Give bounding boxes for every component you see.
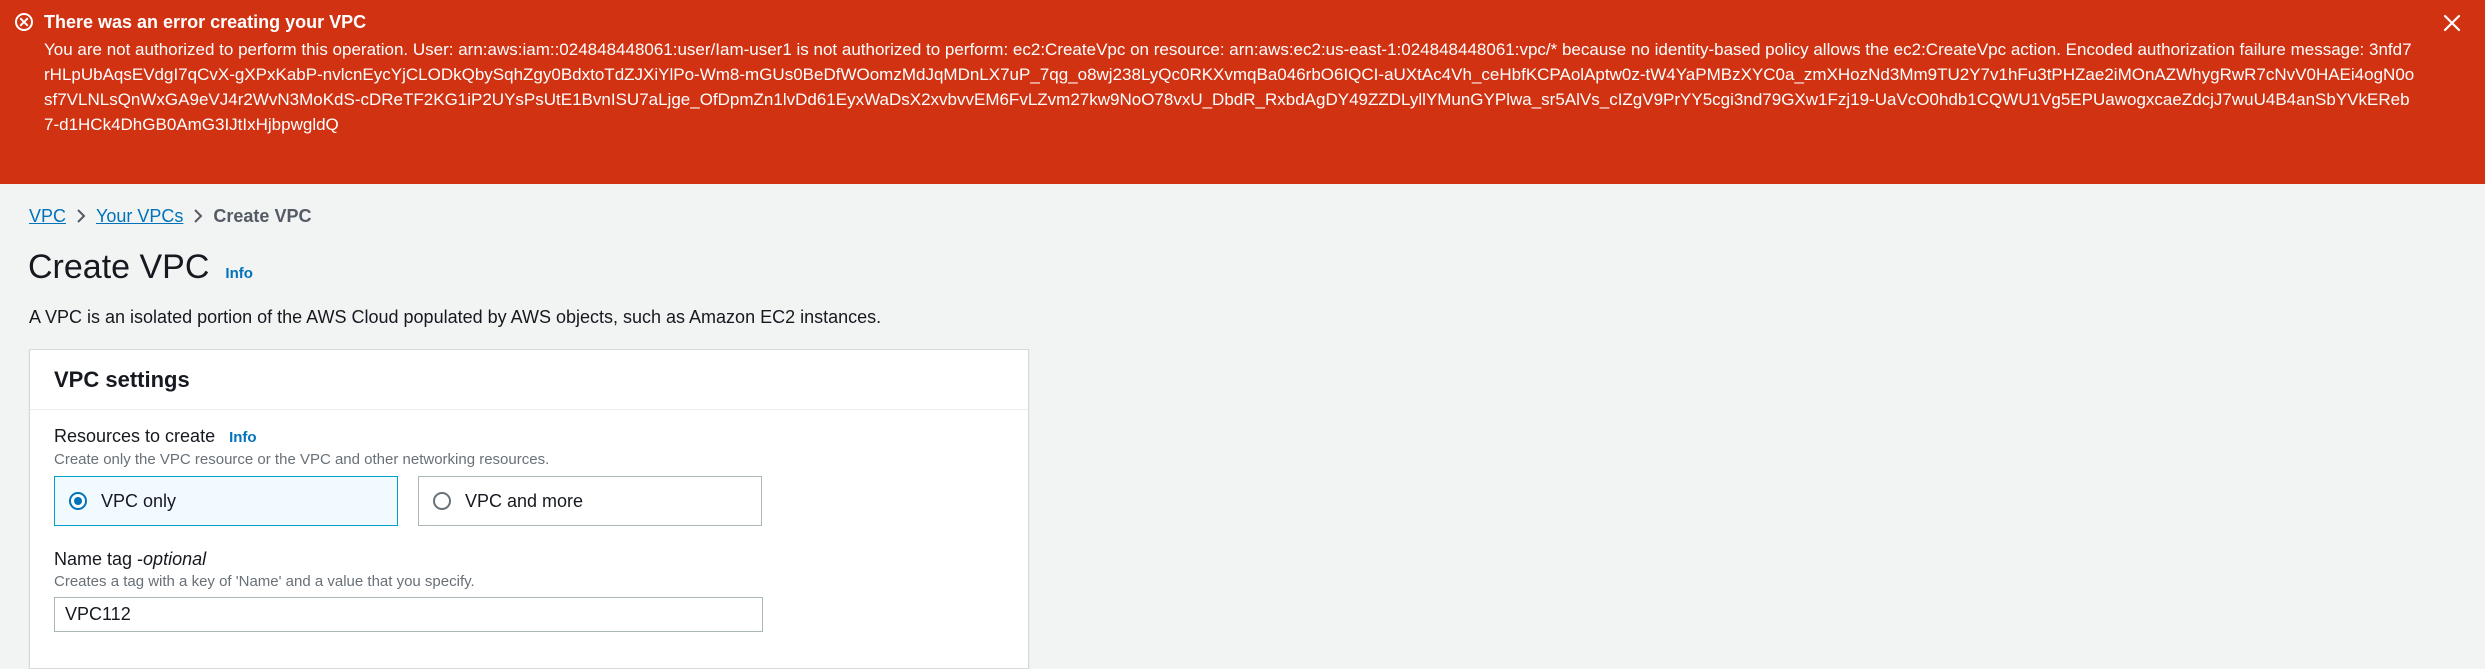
name-tag-label: Name tag - optional <box>54 547 206 571</box>
error-title: There was an error creating your VPC <box>44 12 367 32</box>
breadcrumb: VPC Your VPCs Create VPC <box>29 204 311 228</box>
breadcrumb-vpc-link[interactable]: VPC <box>29 204 66 228</box>
error-icon <box>15 13 33 31</box>
breadcrumb-current: Create VPC <box>213 206 312 226</box>
chevron-right-icon <box>66 208 96 224</box>
radio-vpc-and-more-label: VPC and more <box>465 490 584 511</box>
radio-vpc-only[interactable]: VPC only <box>54 476 398 526</box>
resources-description: Create only the VPC resource or the VPC … <box>54 451 550 468</box>
vpc-settings-panel: VPC settings Resources to create Info Cr… <box>29 349 1029 669</box>
page-info-link[interactable]: Info <box>225 253 253 295</box>
name-tag-input[interactable] <box>54 597 763 632</box>
radio-vpc-and-more[interactable]: VPC and more <box>418 476 762 526</box>
panel-title: VPC settings <box>54 366 190 392</box>
panel-header: VPC settings <box>30 350 1028 410</box>
radio-vpc-only-label: VPC only <box>101 490 177 511</box>
close-icon[interactable] <box>2439 10 2465 36</box>
resources-info-link[interactable]: Info <box>229 426 257 450</box>
radio-unselected-icon[interactable] <box>433 492 451 510</box>
page-description: A VPC is an isolated portion of the AWS … <box>29 307 882 327</box>
resources-label-text: Resources to create <box>54 426 216 446</box>
name-tag-label-text: Name tag - <box>54 549 144 569</box>
name-tag-description: Creates a tag with a key of 'Name' and a… <box>54 573 475 590</box>
resources-label: Resources to create Info <box>54 424 257 450</box>
error-flashbar: There was an error creating your VPC You… <box>0 0 2485 184</box>
page-title-text: Create VPC <box>28 248 210 286</box>
name-tag-optional: optional <box>143 549 207 569</box>
chevron-right-icon <box>183 208 213 224</box>
error-message: You are not authorized to perform this o… <box>44 40 2415 134</box>
breadcrumb-your-vpcs-link[interactable]: Your VPCs <box>96 204 183 228</box>
page-title: Create VPC Info <box>28 246 253 295</box>
radio-selected-icon[interactable] <box>69 492 87 510</box>
